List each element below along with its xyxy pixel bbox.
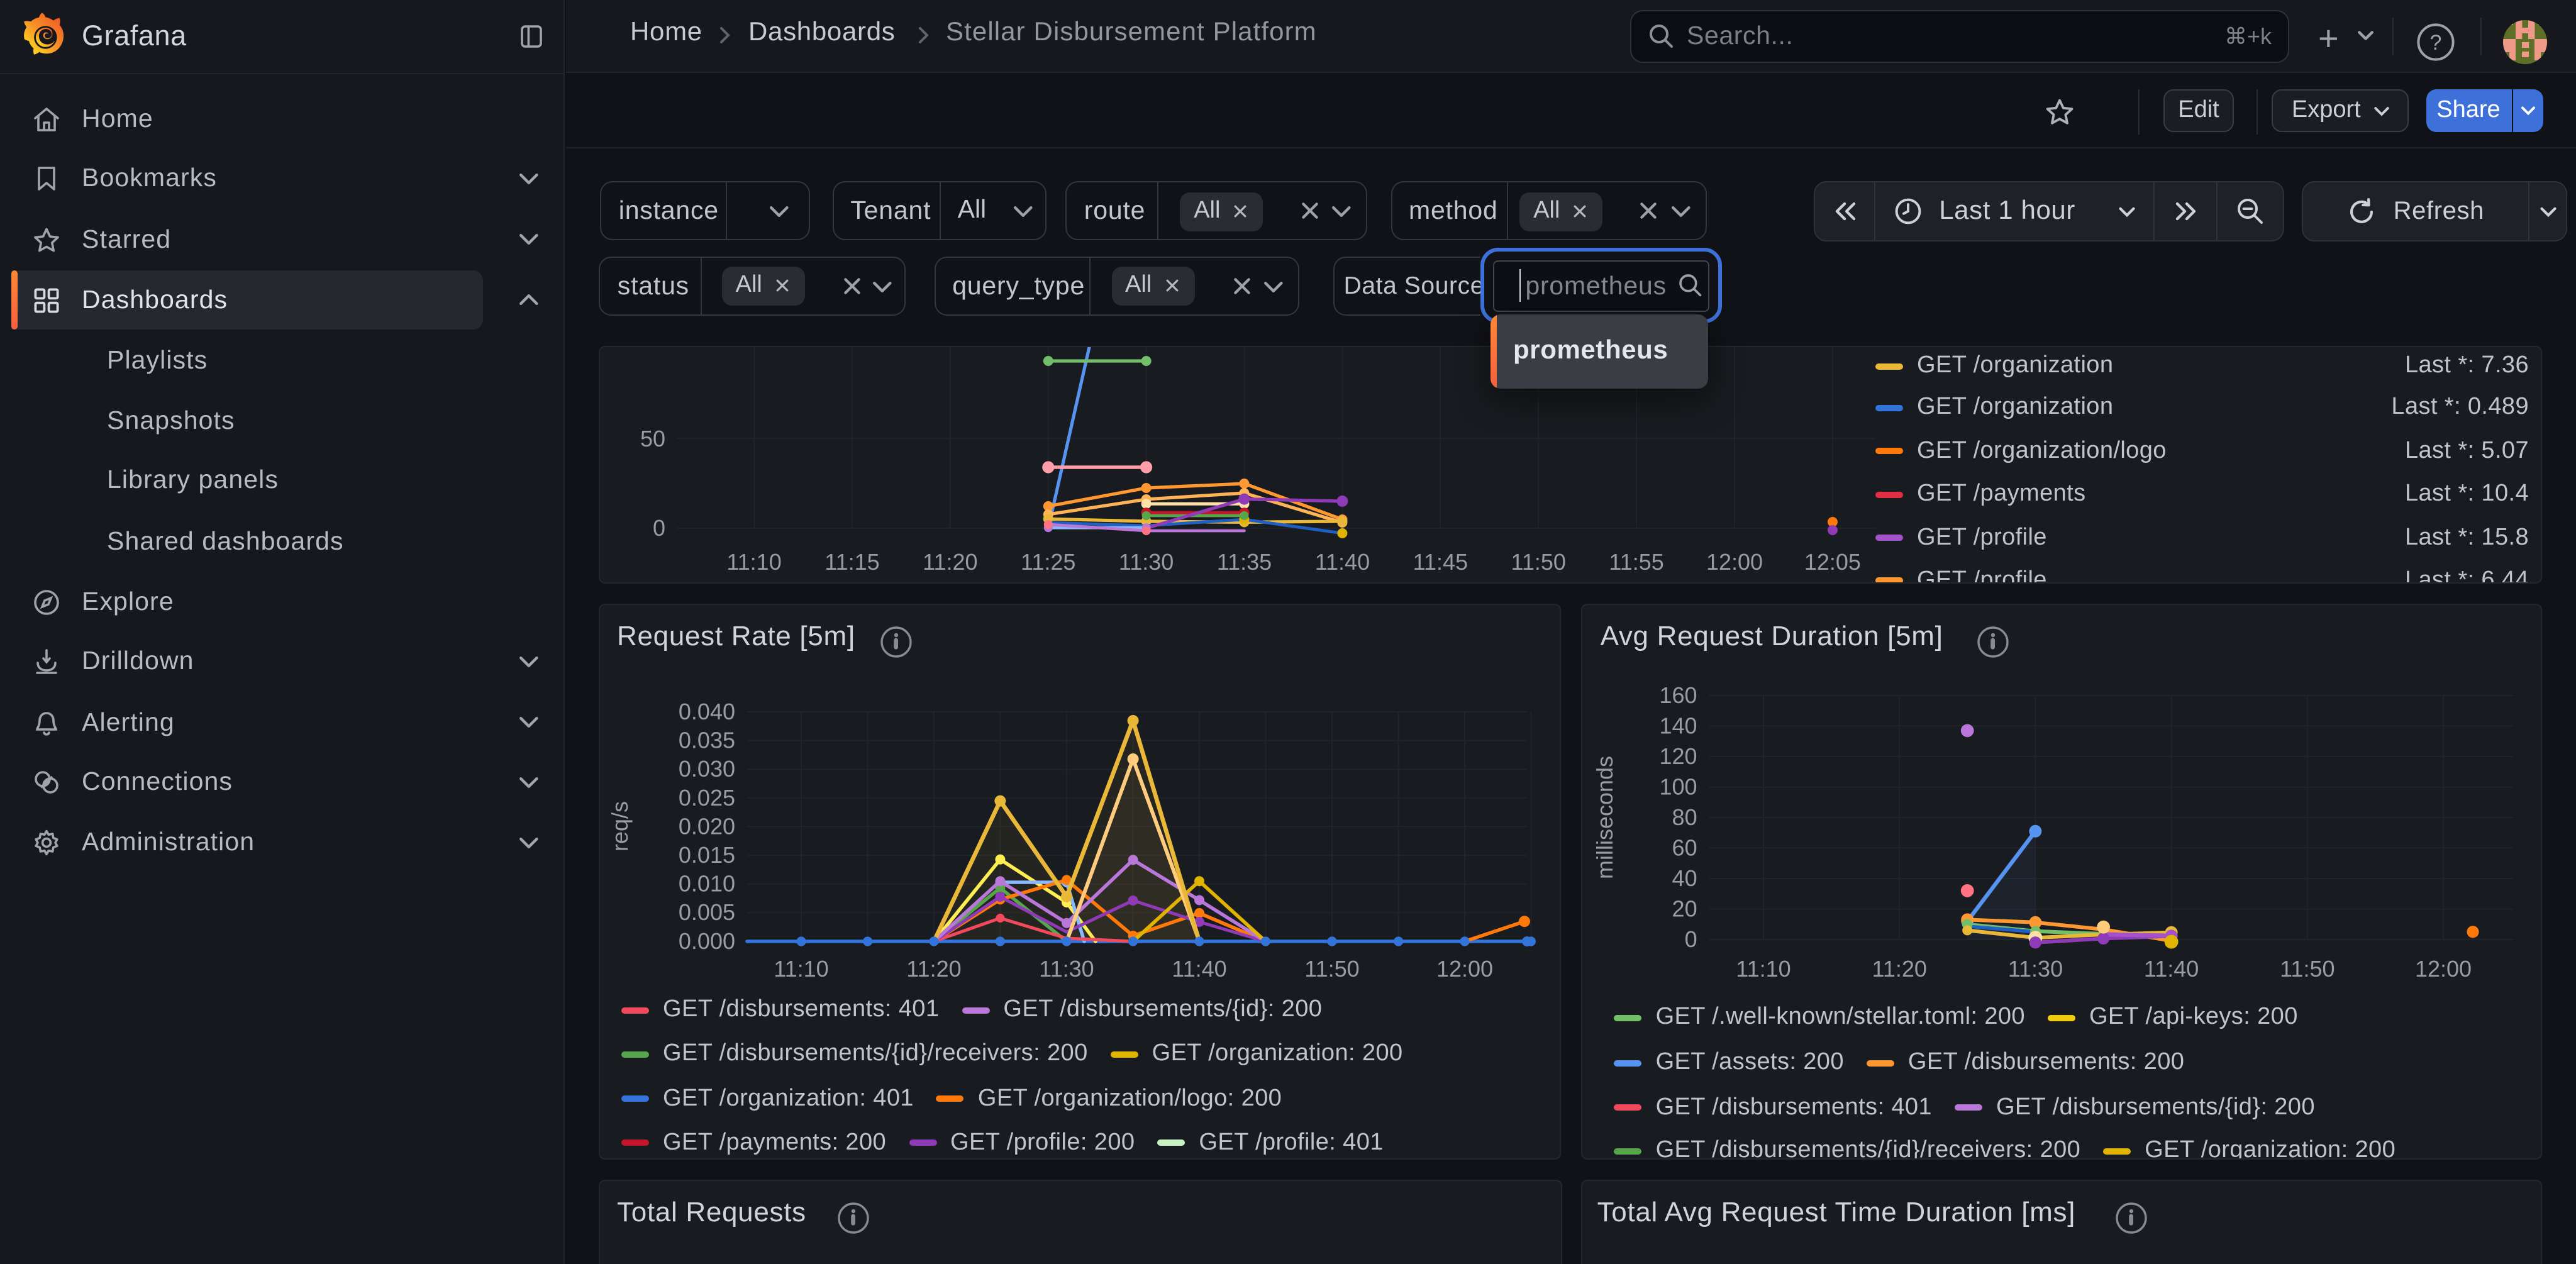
svg-text:11:20: 11:20 [922,549,977,575]
svg-text:120: 120 [1659,743,1697,769]
svg-text:11:55: 11:55 [1608,549,1663,575]
svg-text:11:45: 11:45 [1413,549,1467,575]
svg-text:11:30: 11:30 [1038,956,1093,982]
svg-text:milliseconds: milliseconds [1591,756,1617,879]
svg-text:20: 20 [1672,896,1697,922]
svg-text:12:05: 12:05 [1804,549,1860,575]
svg-text:11:40: 11:40 [2143,956,2198,982]
svg-text:0.015: 0.015 [678,842,735,868]
svg-text:11:30: 11:30 [1118,549,1173,575]
svg-text:40: 40 [1672,865,1697,891]
svg-text:50: 50 [640,426,665,452]
svg-text:11:15: 11:15 [824,549,879,575]
svg-text:100: 100 [1659,774,1697,800]
svg-text:req/s: req/s [606,801,632,851]
svg-text:0: 0 [1684,926,1697,952]
svg-text:11:50: 11:50 [1511,549,1565,575]
svg-text:0.035: 0.035 [678,728,735,753]
svg-text:12:00: 12:00 [2414,956,2471,982]
svg-text:80: 80 [1672,804,1697,830]
svg-text:0.000: 0.000 [678,928,735,954]
svg-text:0.030: 0.030 [678,756,735,782]
svg-text:12:00: 12:00 [1436,956,1492,982]
svg-text:11:30: 11:30 [2007,956,2062,982]
svg-text:?: ? [2430,31,2442,55]
svg-text:11:25: 11:25 [1020,549,1075,575]
svg-text:11:20: 11:20 [1871,956,1926,982]
svg-text:0.005: 0.005 [678,899,735,925]
svg-text:60: 60 [1672,835,1697,861]
svg-text:160: 160 [1659,682,1697,708]
svg-text:0.040: 0.040 [678,699,735,724]
svg-text:0.010: 0.010 [678,871,735,897]
svg-text:0.020: 0.020 [678,813,735,839]
svg-text:11:50: 11:50 [2279,956,2334,982]
svg-text:11:40: 11:40 [1171,956,1226,982]
svg-text:11:10: 11:10 [773,956,828,982]
svg-text:11:40: 11:40 [1314,549,1369,575]
svg-text:0.025: 0.025 [678,785,735,811]
svg-text:11:10: 11:10 [1735,956,1790,982]
svg-text:11:20: 11:20 [906,956,960,982]
svg-text:0: 0 [652,515,665,541]
svg-text:11:35: 11:35 [1216,549,1271,575]
svg-text:11:10: 11:10 [726,549,780,575]
svg-text:11:50: 11:50 [1304,956,1358,982]
svg-text:140: 140 [1659,713,1697,739]
svg-text:12:00: 12:00 [1706,549,1762,575]
